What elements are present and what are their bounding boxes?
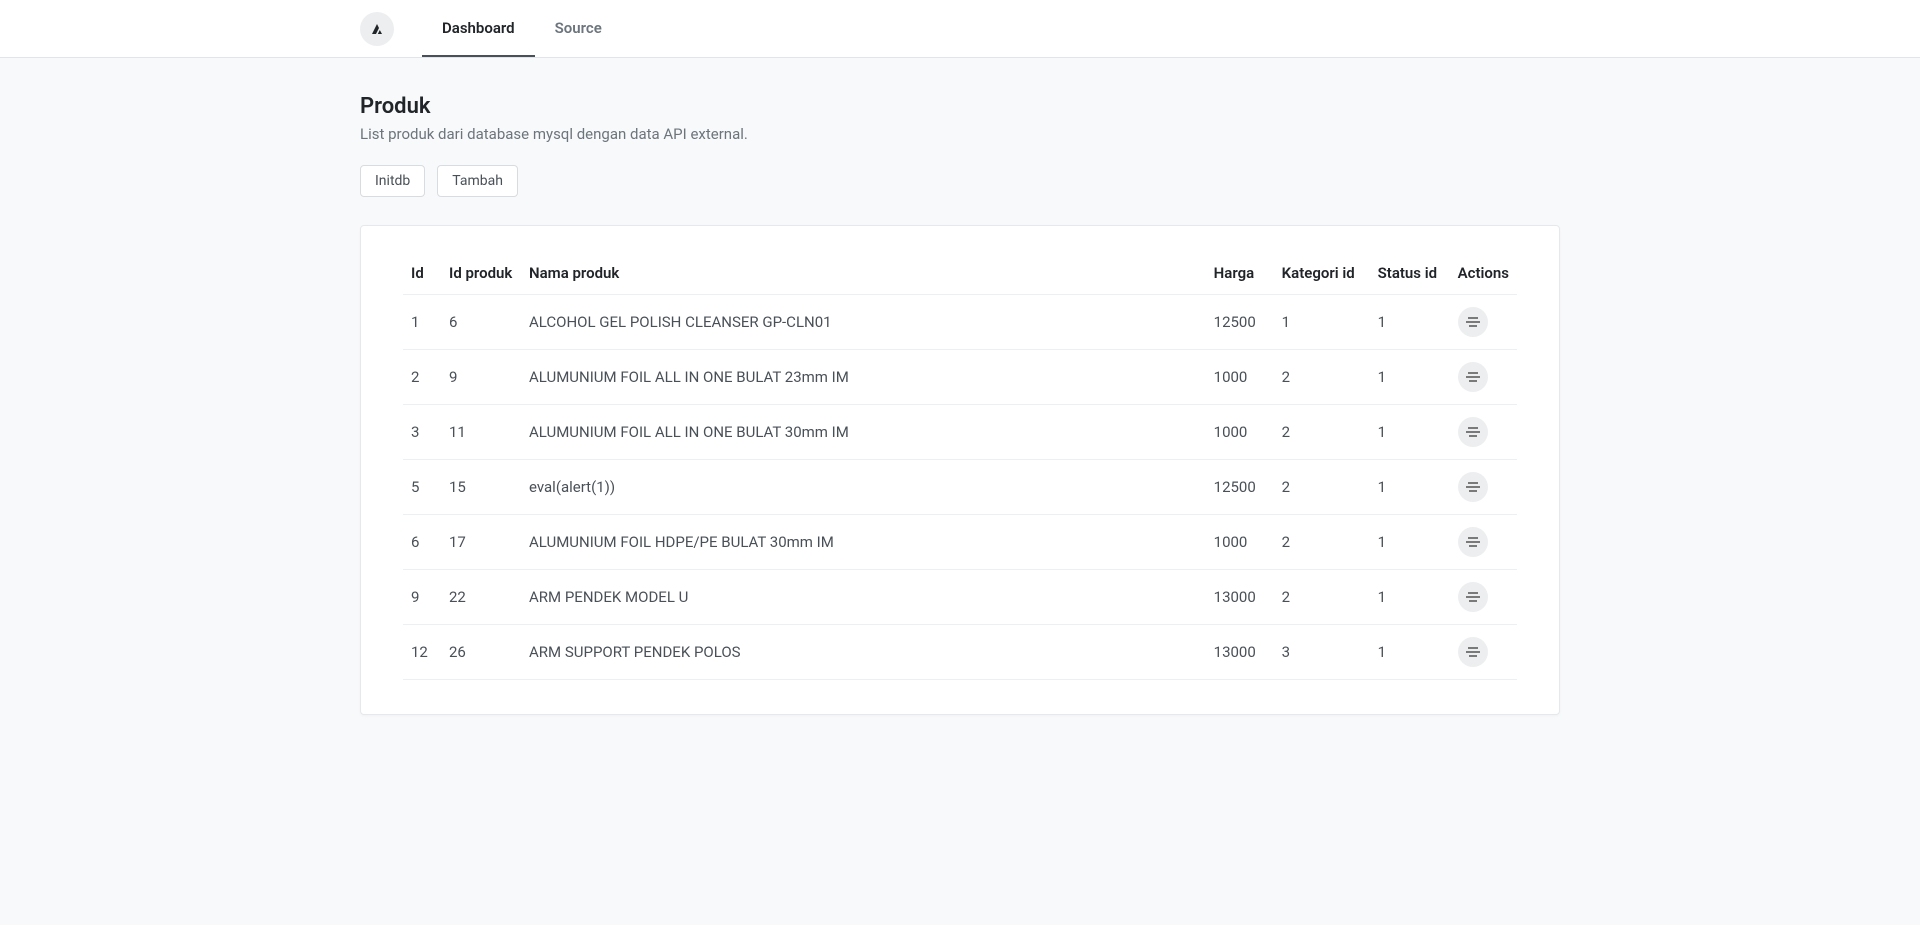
- cell-actions: [1450, 405, 1517, 460]
- cell-kategori-id: 2: [1274, 570, 1370, 625]
- cell-harga: 12500: [1206, 295, 1274, 350]
- cell-actions: [1450, 460, 1517, 515]
- cell-actions: [1450, 680, 1517, 687]
- cell-nama-produk: ARM SUPPORT PENDEK POLOS: [521, 625, 1206, 680]
- tambah-button[interactable]: Tambah: [437, 165, 518, 197]
- initdb-button[interactable]: Initdb: [360, 165, 425, 197]
- cell-id-produk: 15: [441, 460, 521, 515]
- menu-lines-icon: [1466, 591, 1480, 603]
- cell-kategori-id: 1: [1274, 295, 1370, 350]
- navbar: Dashboard Source: [0, 0, 1920, 58]
- table-row: 1226ARM SUPPORT PENDEK POLOS1300031: [403, 625, 1517, 680]
- tab-source[interactable]: Source: [535, 0, 622, 57]
- cell-status-id: 1: [1370, 680, 1450, 687]
- cell-status-id: 1: [1370, 295, 1450, 350]
- cell-id-produk: 22: [441, 570, 521, 625]
- cell-harga: 13000: [1206, 570, 1274, 625]
- table-row: 1428ARM SUPPORT T (IMPORT)1300021: [403, 680, 1517, 687]
- row-actions-button[interactable]: [1458, 582, 1488, 612]
- table-row: 922ARM PENDEK MODEL U1300021: [403, 570, 1517, 625]
- cell-status-id: 1: [1370, 460, 1450, 515]
- menu-lines-icon: [1466, 371, 1480, 383]
- page-title: Produk: [360, 94, 1560, 119]
- cell-actions: [1450, 570, 1517, 625]
- cell-harga: 1000: [1206, 350, 1274, 405]
- cell-id-produk: 6: [441, 295, 521, 350]
- cell-id: 6: [403, 515, 441, 570]
- table-row: 16ALCOHOL GEL POLISH CLEANSER GP-CLN0112…: [403, 295, 1517, 350]
- column-header-status: Status id: [1370, 254, 1450, 295]
- app-logo[interactable]: [360, 12, 394, 46]
- menu-lines-icon: [1466, 426, 1480, 438]
- cell-nama-produk: eval(alert(1)): [521, 460, 1206, 515]
- table-scroll-area[interactable]: Id Id produk Nama produk Harga Kategori …: [361, 254, 1559, 686]
- row-actions-button[interactable]: [1458, 307, 1488, 337]
- table-row: 29ALUMUNIUM FOIL ALL IN ONE BULAT 23mm I…: [403, 350, 1517, 405]
- triangle-logo-icon: [369, 21, 385, 37]
- cell-nama-produk: ALUMUNIUM FOIL ALL IN ONE BULAT 23mm IM: [521, 350, 1206, 405]
- cell-nama-produk: ALUMUNIUM FOIL HDPE/PE BULAT 30mm IM: [521, 515, 1206, 570]
- cell-harga: 13000: [1206, 680, 1274, 687]
- cell-nama-produk: ARM PENDEK MODEL U: [521, 570, 1206, 625]
- cell-status-id: 1: [1370, 570, 1450, 625]
- row-actions-button[interactable]: [1458, 637, 1488, 667]
- column-header-harga: Harga: [1206, 254, 1274, 295]
- cell-nama-produk: ALCOHOL GEL POLISH CLEANSER GP-CLN01: [521, 295, 1206, 350]
- cell-kategori-id: 2: [1274, 515, 1370, 570]
- cell-id-produk: 26: [441, 625, 521, 680]
- cell-harga: 12500: [1206, 460, 1274, 515]
- table-row: 311ALUMUNIUM FOIL ALL IN ONE BULAT 30mm …: [403, 405, 1517, 460]
- column-header-kategori: Kategori id: [1274, 254, 1370, 295]
- cell-id: 1: [403, 295, 441, 350]
- cell-nama-produk: ALUMUNIUM FOIL ALL IN ONE BULAT 30mm IM: [521, 405, 1206, 460]
- cell-harga: 1000: [1206, 405, 1274, 460]
- menu-lines-icon: [1466, 316, 1480, 328]
- row-actions-button[interactable]: [1458, 527, 1488, 557]
- cell-kategori-id: 2: [1274, 350, 1370, 405]
- cell-id: 9: [403, 570, 441, 625]
- toolbar: Initdb Tambah: [360, 165, 1560, 197]
- cell-id-produk: 28: [441, 680, 521, 687]
- cell-id: 12: [403, 625, 441, 680]
- column-header-id-produk: Id produk: [441, 254, 521, 295]
- cell-kategori-id: 2: [1274, 405, 1370, 460]
- cell-status-id: 1: [1370, 405, 1450, 460]
- column-header-nama: Nama produk: [521, 254, 1206, 295]
- cell-nama-produk: ARM SUPPORT T (IMPORT): [521, 680, 1206, 687]
- cell-id: 2: [403, 350, 441, 405]
- row-actions-button[interactable]: [1458, 472, 1488, 502]
- row-actions-button[interactable]: [1458, 417, 1488, 447]
- cell-id-produk: 9: [441, 350, 521, 405]
- menu-lines-icon: [1466, 481, 1480, 493]
- cell-actions: [1450, 295, 1517, 350]
- cell-status-id: 1: [1370, 515, 1450, 570]
- cell-harga: 13000: [1206, 625, 1274, 680]
- column-header-id: Id: [403, 254, 441, 295]
- cell-id: 3: [403, 405, 441, 460]
- cell-kategori-id: 2: [1274, 680, 1370, 687]
- tab-dashboard[interactable]: Dashboard: [422, 0, 535, 57]
- product-table: Id Id produk Nama produk Harga Kategori …: [403, 254, 1517, 686]
- cell-harga: 1000: [1206, 515, 1274, 570]
- product-table-card: Id Id produk Nama produk Harga Kategori …: [360, 225, 1560, 715]
- cell-actions: [1450, 625, 1517, 680]
- cell-id: 5: [403, 460, 441, 515]
- cell-actions: [1450, 515, 1517, 570]
- cell-kategori-id: 2: [1274, 460, 1370, 515]
- row-actions-button[interactable]: [1458, 362, 1488, 392]
- cell-id-produk: 17: [441, 515, 521, 570]
- menu-lines-icon: [1466, 536, 1480, 548]
- cell-id-produk: 11: [441, 405, 521, 460]
- table-row: 515eval(alert(1))1250021: [403, 460, 1517, 515]
- cell-status-id: 1: [1370, 625, 1450, 680]
- page-subtitle: List produk dari database mysql dengan d…: [360, 125, 1560, 143]
- table-row: 617ALUMUNIUM FOIL HDPE/PE BULAT 30mm IM1…: [403, 515, 1517, 570]
- column-header-actions: Actions: [1450, 254, 1517, 295]
- cell-status-id: 1: [1370, 350, 1450, 405]
- cell-id: 14: [403, 680, 441, 687]
- cell-actions: [1450, 350, 1517, 405]
- menu-lines-icon: [1466, 646, 1480, 658]
- cell-kategori-id: 3: [1274, 625, 1370, 680]
- nav-tabs: Dashboard Source: [422, 0, 622, 57]
